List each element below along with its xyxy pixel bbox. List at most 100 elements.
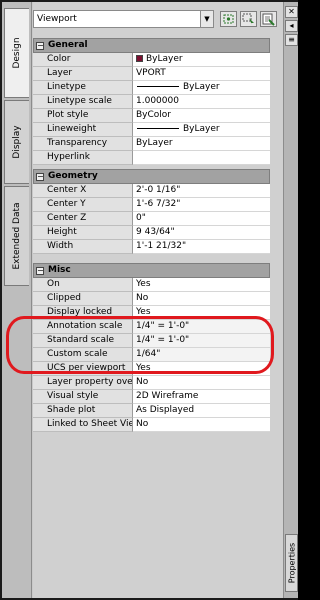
property-label: Linetype xyxy=(33,81,133,95)
section-geometry: − Geometry Center X 2'-0 1/16" Center Y … xyxy=(33,169,270,254)
property-value[interactable]: 2D Wireframe xyxy=(133,390,270,404)
property-label: Center X xyxy=(33,184,133,198)
property-value[interactable]: ByLayer xyxy=(133,81,270,95)
property-row-lineweight[interactable]: Lineweight ByLayer xyxy=(33,123,270,137)
property-row-clipped[interactable]: Clipped No xyxy=(33,292,270,306)
property-value[interactable]: 1'-6 7/32" xyxy=(133,198,270,212)
property-label: Plot style xyxy=(33,109,133,123)
chevron-down-icon[interactable]: ▼ xyxy=(200,11,213,27)
property-value[interactable]: 9 43/64" xyxy=(133,226,270,240)
close-icon[interactable]: ✕ xyxy=(285,6,298,18)
property-label: Linetype scale xyxy=(33,95,133,109)
property-value[interactable]: No xyxy=(133,292,270,306)
property-row-linetype[interactable]: Linetype ByLayer xyxy=(33,81,270,95)
property-value[interactable]: 1.000000 xyxy=(133,95,270,109)
property-row-on[interactable]: On Yes xyxy=(33,278,270,292)
property-value[interactable]: 1'-1 21/32" xyxy=(133,240,270,254)
select-objects-button[interactable] xyxy=(240,11,257,27)
linetype-value: ByLayer xyxy=(183,82,220,92)
autohide-icon[interactable]: ◂ xyxy=(285,20,298,32)
tab-design-label: Design xyxy=(12,37,22,69)
property-label: Linked to Sheet View xyxy=(33,418,133,432)
tab-extended-data-label: Extended Data xyxy=(12,202,22,270)
property-row-center-x[interactable]: Center X 2'-0 1/16" xyxy=(33,184,270,198)
collapse-icon[interactable]: − xyxy=(36,42,44,50)
property-label: Height xyxy=(33,226,133,240)
property-value[interactable]: Yes xyxy=(133,278,270,292)
collapse-icon[interactable]: − xyxy=(36,173,44,181)
property-label: Hyperlink xyxy=(33,151,133,165)
color-value: ByLayer xyxy=(146,54,183,64)
properties-palette: Design Display Extended Data Viewport ▼ xyxy=(0,0,298,600)
property-value[interactable]: ByLayer xyxy=(133,53,270,67)
property-row-center-z[interactable]: Center Z 0" xyxy=(33,212,270,226)
select-objects-icon xyxy=(242,13,254,25)
section-general: − General Color ByLayer Layer VPORT Line… xyxy=(33,38,270,165)
palette-toolbar: Viewport ▼ xyxy=(33,10,283,32)
section-misc-title: Misc xyxy=(48,265,71,275)
property-label: Center Z xyxy=(33,212,133,226)
menu-icon[interactable]: ≡ xyxy=(285,34,298,46)
quick-select-button[interactable] xyxy=(260,11,277,27)
property-row-height[interactable]: Height 9 43/64" xyxy=(33,226,270,240)
section-general-title: General xyxy=(48,40,88,50)
property-row-width[interactable]: Width 1'-1 21/32" xyxy=(33,240,270,254)
property-row-linked-to-sheet-view[interactable]: Linked to Sheet View No xyxy=(33,418,270,432)
property-row-visual-style[interactable]: Visual style 2D Wireframe xyxy=(33,390,270,404)
property-value[interactable]: No xyxy=(133,418,270,432)
quick-select-icon xyxy=(262,13,275,26)
properties-panel: Viewport ▼ − General Color ByLayer Layer… xyxy=(33,2,283,598)
collapse-icon[interactable]: − xyxy=(36,267,44,275)
property-row-color[interactable]: Color ByLayer xyxy=(33,53,270,67)
lineweight-value: ByLayer xyxy=(183,124,220,134)
section-geometry-header[interactable]: − Geometry xyxy=(33,169,270,184)
property-label: Lineweight xyxy=(33,123,133,137)
section-misc-header[interactable]: − Misc xyxy=(33,263,270,278)
lineweight-preview-icon xyxy=(137,128,179,129)
property-value[interactable]: As Displayed xyxy=(133,404,270,418)
palette-title-label: Properties xyxy=(287,542,296,584)
property-row-transparency[interactable]: Transparency ByLayer xyxy=(33,137,270,151)
palette-title-strip: ✕ ◂ ≡ Properties xyxy=(283,2,298,598)
tab-design[interactable]: Design xyxy=(4,8,29,98)
property-value[interactable] xyxy=(133,151,270,165)
linetype-preview-icon xyxy=(137,86,179,87)
property-value[interactable]: ByColor xyxy=(133,109,270,123)
property-label: Shade plot xyxy=(33,404,133,418)
property-row-layer-property-overrides[interactable]: Layer property overrides No xyxy=(33,376,270,390)
property-label: Width xyxy=(33,240,133,254)
tab-display[interactable]: Display xyxy=(4,100,29,184)
property-label: Clipped xyxy=(33,292,133,306)
property-row-center-y[interactable]: Center Y 1'-6 7/32" xyxy=(33,198,270,212)
property-label: Layer xyxy=(33,67,133,81)
property-value[interactable]: No xyxy=(133,376,270,390)
section-general-header[interactable]: − General xyxy=(33,38,270,53)
property-label: Transparency xyxy=(33,137,133,151)
object-type-select[interactable]: Viewport ▼ xyxy=(33,10,214,28)
pickadd-icon xyxy=(223,14,234,24)
property-row-linetype-scale[interactable]: Linetype scale 1.000000 xyxy=(33,95,270,109)
color-swatch-icon xyxy=(136,55,143,62)
property-label: Visual style xyxy=(33,390,133,404)
property-row-plot-style[interactable]: Plot style ByColor xyxy=(33,109,270,123)
section-geometry-title: Geometry xyxy=(48,171,98,181)
property-label: Layer property overrides xyxy=(33,376,133,390)
property-label: Color xyxy=(33,53,133,67)
palette-tab-strip: Design Display Extended Data xyxy=(2,2,32,598)
property-value[interactable]: ByLayer xyxy=(133,123,270,137)
pickadd-toggle-button[interactable] xyxy=(220,11,237,27)
property-row-hyperlink[interactable]: Hyperlink xyxy=(33,151,270,165)
property-value[interactable]: ByLayer xyxy=(133,137,270,151)
property-value[interactable]: 0" xyxy=(133,212,270,226)
property-value[interactable]: 2'-0 1/16" xyxy=(133,184,270,198)
property-label: Center Y xyxy=(33,198,133,212)
tab-display-label: Display xyxy=(12,125,22,159)
property-row-shade-plot[interactable]: Shade plot As Displayed xyxy=(33,404,270,418)
tab-extended-data[interactable]: Extended Data xyxy=(4,186,29,286)
property-label: On xyxy=(33,278,133,292)
object-type-value: Viewport xyxy=(37,14,77,24)
property-row-layer[interactable]: Layer VPORT xyxy=(33,67,270,81)
property-value[interactable]: VPORT xyxy=(133,67,270,81)
highlight-annotation xyxy=(6,316,274,374)
palette-title-tab[interactable]: Properties xyxy=(285,534,298,592)
